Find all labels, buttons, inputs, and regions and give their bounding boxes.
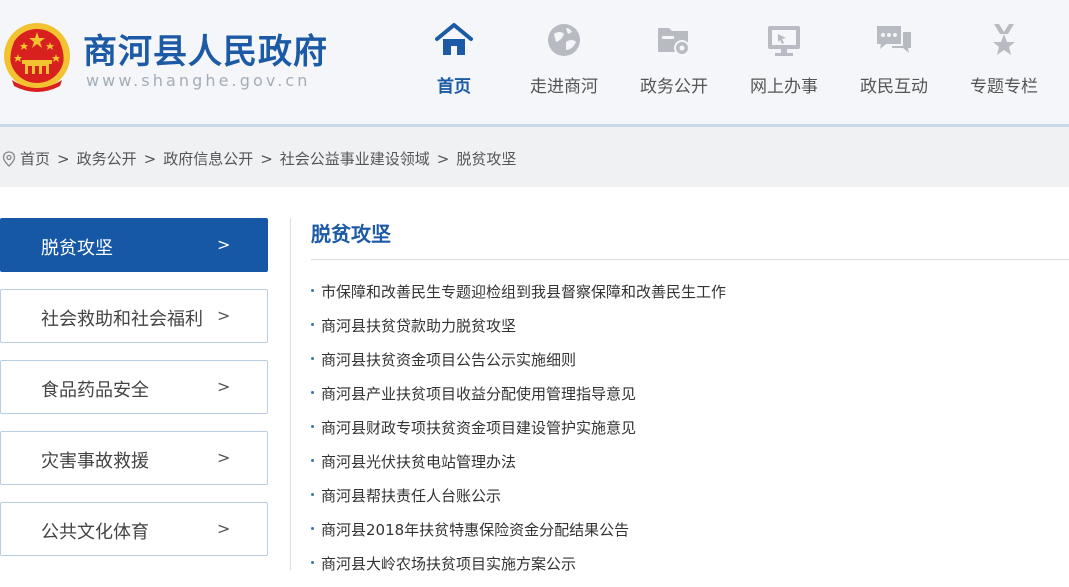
section-title: 脱贫攻坚 <box>311 222 391 246</box>
breadcrumb-separator: > <box>260 149 273 168</box>
article-title[interactable]: 商河县扶贫资金项目公告公示实施细则 <box>321 351 576 369</box>
article-link[interactable]: 商河县光伏扶贫电站管理办法 <box>311 451 726 485</box>
article-title[interactable]: 商河县财政专项扶贫资金项目建设管护实施意见 <box>321 419 636 437</box>
nav-label: 专题专栏 <box>970 77 1038 97</box>
breadcrumb-current[interactable]: 脱贫攻坚 <box>456 148 516 169</box>
nav-item-interaction[interactable]: 政民互动 <box>844 20 944 100</box>
bullet-icon <box>311 527 314 530</box>
article-link[interactable]: 商河县扶贫贷款助力脱贫攻坚 <box>311 315 726 349</box>
bullet-icon <box>311 323 314 326</box>
chevron-right-icon: > <box>217 448 231 467</box>
article-title[interactable]: 商河县2018年扶贫特惠保险资金分配结果公告 <box>321 521 629 539</box>
breadcrumb-gov-affairs[interactable]: 政务公开 <box>77 148 137 169</box>
sidebar-item-label: 灾害事故救援 <box>41 451 149 472</box>
breadcrumb: 首页 > 政务公开 > 政府信息公开 > 社会公益事业建设领域 > 脱贫攻坚 <box>0 148 516 169</box>
sidebar-item-label: 公共文化体育 <box>41 522 149 543</box>
national-emblem-icon[interactable] <box>2 20 72 96</box>
bullet-icon <box>311 289 314 292</box>
breadcrumb-separator: > <box>143 149 157 168</box>
chat-icon <box>877 26 911 53</box>
sidebar-item-label: 脱贫攻坚 <box>41 238 113 259</box>
chevron-right-icon: > <box>217 519 231 538</box>
article-title[interactable]: 商河县大岭农场扶贫项目实施方案公示 <box>321 555 576 573</box>
article-link[interactable]: 商河县财政专项扶贫资金项目建设管护实施意见 <box>311 417 726 451</box>
bullet-icon <box>311 391 314 394</box>
sidebar-item-poverty-alleviation[interactable]: 脱贫攻坚 > <box>0 218 268 272</box>
breadcrumb-home[interactable]: 首页 <box>20 148 50 169</box>
article-list: 市保障和改善民生专题迎检组到我县督察保障和改善民生工作 商河县扶贫贷款助力脱贫攻… <box>311 281 726 587</box>
bullet-icon <box>311 561 314 564</box>
nav-label: 首页 <box>437 77 471 97</box>
monitor-icon <box>768 26 800 56</box>
folder-gear-icon <box>658 28 690 56</box>
nav-label: 走进商河 <box>530 77 598 97</box>
globe-icon <box>548 24 580 56</box>
chevron-right-icon: > <box>217 377 231 396</box>
home-icon <box>435 23 473 55</box>
chevron-right-icon: > <box>217 235 231 254</box>
breadcrumb-separator: > <box>436 149 450 168</box>
nav-item-online-services[interactable]: 网上办事 <box>734 20 834 100</box>
article-link[interactable]: 商河县大岭农场扶贫项目实施方案公示 <box>311 553 726 587</box>
nav-label: 网上办事 <box>750 77 818 97</box>
location-pin-icon <box>2 150 16 167</box>
sidebar-item-label: 食品药品安全 <box>41 380 149 401</box>
article-link[interactable]: 商河县2018年扶贫特惠保险资金分配结果公告 <box>311 519 726 553</box>
article-link[interactable]: 市保障和改善民生专题迎检组到我县督察保障和改善民生工作 <box>311 281 726 315</box>
article-title[interactable]: 市保障和改善民生专题迎检组到我县督察保障和改善民生工作 <box>321 283 726 301</box>
star-badge-icon <box>993 24 1015 55</box>
article-link[interactable]: 商河县扶贫资金项目公告公示实施细则 <box>311 349 726 383</box>
sidebar-item-food-drug-safety[interactable]: 食品药品安全 > <box>0 360 268 414</box>
nav-item-home[interactable]: 首页 <box>404 20 504 100</box>
bullet-icon <box>311 459 314 462</box>
nav-item-about[interactable]: 走进商河 <box>514 20 614 100</box>
section-divider <box>311 259 1069 260</box>
breadcrumb-public-welfare[interactable]: 社会公益事业建设领域 <box>280 148 430 169</box>
article-link[interactable]: 商河县帮扶责任人台账公示 <box>311 485 726 519</box>
nav-label: 政务公开 <box>640 77 708 97</box>
breadcrumb-gov-info[interactable]: 政府信息公开 <box>163 148 253 169</box>
bullet-icon <box>311 357 314 360</box>
breadcrumb-separator: > <box>57 149 70 168</box>
article-title[interactable]: 商河县产业扶贫项目收益分配使用管理指导意见 <box>321 385 636 403</box>
sidebar-item-public-culture-sports[interactable]: 公共文化体育 > <box>0 502 268 556</box>
sidebar-item-disaster-rescue[interactable]: 灾害事故救援 > <box>0 431 268 485</box>
site-title[interactable]: 商河县人民政府 <box>83 24 328 73</box>
bullet-icon <box>311 425 314 428</box>
article-title[interactable]: 商河县帮扶责任人台账公示 <box>321 487 501 505</box>
site-domain: www.shanghe.gov.cn <box>86 71 311 90</box>
nav-item-gov-affairs[interactable]: 政务公开 <box>624 20 724 100</box>
nav-label: 政民互动 <box>860 77 928 97</box>
chevron-right-icon: > <box>217 306 231 325</box>
article-title[interactable]: 商河县光伏扶贫电站管理办法 <box>321 453 516 471</box>
content-divider <box>290 218 291 570</box>
sidebar-item-label: 社会救助和社会福利 <box>41 309 203 330</box>
article-title[interactable]: 商河县扶贫贷款助力脱贫攻坚 <box>321 317 516 335</box>
sidebar-item-social-assistance[interactable]: 社会救助和社会福利 > <box>0 289 268 343</box>
bullet-icon <box>311 493 314 496</box>
nav-item-special-topics[interactable]: 专题专栏 <box>954 20 1054 100</box>
article-link[interactable]: 商河县产业扶贫项目收益分配使用管理指导意见 <box>311 383 726 417</box>
